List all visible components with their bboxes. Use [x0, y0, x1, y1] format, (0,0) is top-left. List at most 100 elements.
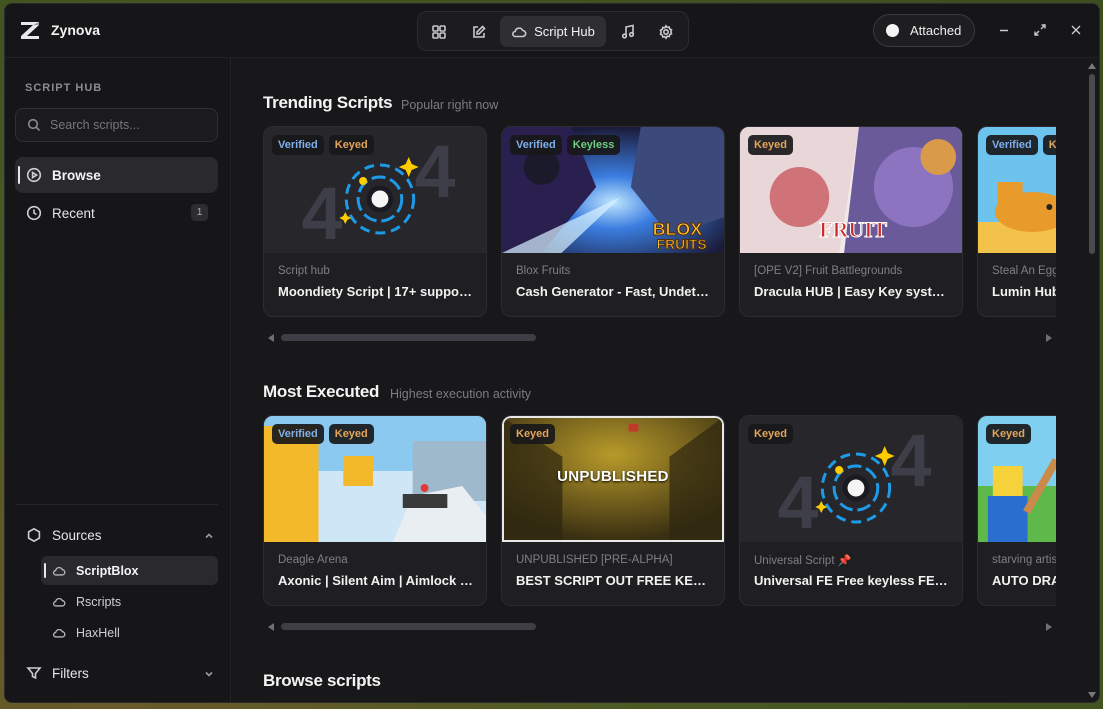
app-name: Zynova [51, 22, 101, 38]
close-button[interactable] [1068, 22, 1084, 38]
source-item-rscripts[interactable]: Rscripts [41, 587, 218, 616]
sidebar-item-recent[interactable]: Recent 1 [15, 195, 218, 231]
browse-scripts-title: Browse scripts [263, 671, 381, 690]
main-content: Trending Scripts Popular right now 4 4 V… [232, 58, 1099, 702]
search-field[interactable] [15, 108, 218, 142]
source-item-label: HaxHell [76, 625, 120, 640]
recent-count-badge: 1 [191, 204, 208, 221]
script-card[interactable]: Verified Keyed Steal An Egg Lumin Hub [977, 126, 1056, 317]
cloud-icon [52, 597, 66, 607]
cloud-icon [512, 26, 527, 37]
script-card[interactable]: Verified Keyed Deagle Arena Axonic | Sil… [263, 415, 487, 606]
keyed-tag: Keyed [1042, 135, 1056, 155]
sidebar-heading: SCRIPT HUB [25, 82, 103, 94]
card-tags: Verified Keyed [986, 135, 1056, 155]
card-game: UNPUBLISHED [PRE-ALPHA] [516, 554, 673, 566]
scroll-left-icon[interactable] [268, 334, 274, 342]
scroll-right-icon[interactable] [1046, 623, 1052, 631]
card-title: BEST SCRIPT OUT FREE KEYLESS [516, 573, 712, 588]
pin-icon: 📌 [837, 555, 852, 567]
status-dot [886, 24, 899, 37]
scrollbar-thumb[interactable] [1089, 74, 1095, 254]
sidebar-item-label: Browse [52, 167, 101, 183]
card-tags: Keyed [748, 424, 794, 444]
trending-scrollbar[interactable] [263, 331, 1056, 345]
source-item-label: Rscripts [76, 594, 122, 609]
svg-text:4: 4 [302, 172, 343, 253]
keyed-tag: Keyed [986, 424, 1032, 444]
search-input[interactable] [50, 118, 210, 132]
card-tags: Verified Keyed [272, 135, 374, 155]
script-card[interactable]: 4 4 Keyed Universal Script 📌 Universal F… [739, 415, 963, 606]
card-tags: Keyed [986, 424, 1032, 444]
attached-toggle[interactable]: Attached [873, 14, 975, 47]
sidebar-item-browse[interactable]: Browse [15, 157, 218, 193]
search-icon [27, 118, 41, 132]
maximize-button[interactable] [1032, 22, 1048, 38]
sidebar-divider [15, 504, 218, 505]
nav-music-button[interactable] [612, 16, 644, 47]
keyed-tag: Keyed [328, 135, 374, 155]
scrollbar-thumb[interactable] [281, 623, 536, 630]
most-executed-subtitle: Highest execution activity [390, 387, 532, 401]
scroll-left-icon[interactable] [268, 623, 274, 631]
svg-text:4: 4 [891, 419, 932, 502]
cloud-icon [52, 628, 66, 638]
verified-tag: Verified [986, 135, 1038, 155]
nav-script-hub-button[interactable]: Script Hub [500, 16, 606, 47]
card-game-label: Universal Script [754, 555, 835, 567]
source-item-label: ScriptBlox [76, 563, 139, 578]
card-game: Steal An Egg [992, 265, 1056, 277]
scroll-up-icon[interactable] [1088, 63, 1096, 69]
most-executed-row: Verified Keyed Deagle Arena Axonic | Sil… [263, 415, 1056, 607]
app-window: Zynova Script Hub Attached SCRIPT HUB Se… [4, 3, 1100, 703]
card-title: Universal FE Free keyless FE Script [754, 573, 950, 588]
cloud-icon [52, 566, 66, 576]
nav-dashboard-button[interactable] [423, 16, 455, 47]
card-tags: Verified Keyless [510, 135, 621, 155]
keyless-tag: Keyless [566, 135, 621, 155]
hexagon-icon [27, 527, 41, 543]
attached-label: Attached [910, 23, 962, 38]
card-game: starving artists [992, 554, 1056, 566]
card-title: Cash Generator - Fast, Undetected [516, 284, 712, 299]
card-title: AUTO DRAW [992, 573, 1056, 588]
sources-label: Sources [52, 527, 102, 543]
sidebar-item-label: Recent [52, 205, 95, 221]
card-title: Moondiety Script | 17+ supported games [278, 284, 474, 299]
trending-row: 4 4 Verified Keyed Script hub Moondiety … [263, 126, 1056, 318]
nav-settings-button[interactable] [650, 16, 682, 47]
gear-icon [659, 23, 673, 40]
card-title: Axonic | Silent Aim | Aimlock | ESP [278, 573, 474, 588]
svg-text:4: 4 [415, 130, 456, 213]
script-card[interactable]: BLOX FRUITS Verified Keyless Blox Fruits… [501, 126, 725, 317]
nav-script-hub-label: Script Hub [534, 24, 595, 39]
sources-toggle[interactable]: Sources [15, 517, 218, 553]
keyed-tag: Keyed [748, 424, 794, 444]
filters-toggle[interactable]: Filters [15, 655, 218, 691]
card-game: Blox Fruits [516, 265, 571, 277]
script-card[interactable]: Keyed starving artists AUTO DRAW [977, 415, 1056, 606]
nav-editor-button[interactable] [463, 16, 495, 47]
script-card[interactable]: UNPUBLISHED Keyed UNPUBLISHED [PRE-ALPHA… [501, 415, 725, 606]
filter-icon [26, 667, 42, 680]
most-executed-scrollbar[interactable] [263, 620, 1056, 634]
keyed-tag: Keyed [748, 135, 794, 155]
scrollbar-thumb[interactable] [281, 334, 536, 341]
source-item-scriptblox[interactable]: ScriptBlox [41, 556, 218, 585]
close-icon [1071, 25, 1081, 35]
scroll-down-icon[interactable] [1088, 692, 1096, 698]
source-item-haxhell[interactable]: HaxHell [41, 618, 218, 647]
minimize-button[interactable] [996, 22, 1012, 38]
card-tags: Verified Keyed [272, 424, 374, 444]
verified-tag: Verified [272, 424, 324, 444]
script-card[interactable]: 4 4 Verified Keyed Script hub Moondiety … [263, 126, 487, 317]
card-game: Script hub [278, 265, 330, 277]
main-vertical-scrollbar[interactable] [1085, 58, 1099, 702]
card-tags: Keyed [510, 424, 556, 444]
verified-tag: Verified [510, 135, 562, 155]
scroll-right-icon[interactable] [1046, 334, 1052, 342]
svg-text:FRUITS: FRUITS [657, 236, 707, 252]
app-logo-icon [21, 22, 39, 39]
script-card[interactable]: FRUIT Keyed [OPE V2] Fruit Battlegrounds… [739, 126, 963, 317]
